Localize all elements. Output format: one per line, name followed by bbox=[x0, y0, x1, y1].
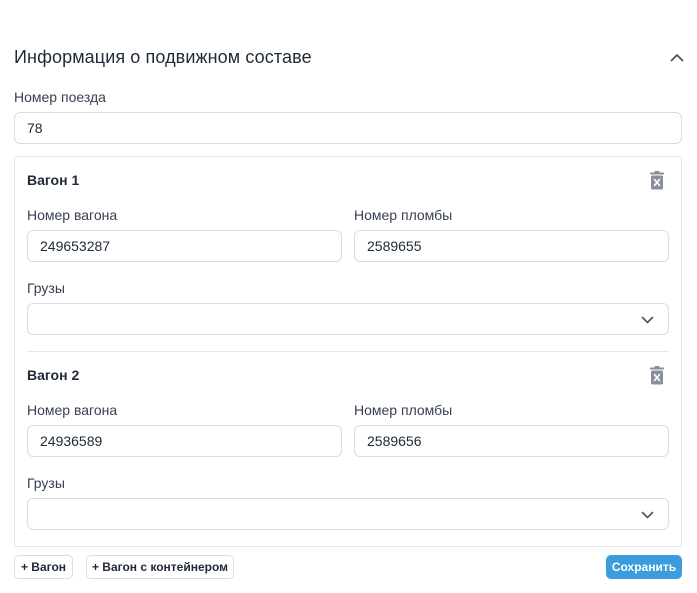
wagon-divider bbox=[27, 351, 669, 352]
wagon-2-title: Вагон 2 bbox=[27, 367, 80, 383]
wagon-1-number-input[interactable]: 249653287 bbox=[27, 230, 342, 262]
wagon-2-cargo-label: Грузы bbox=[27, 475, 65, 491]
rolling-stock-form: Информация о подвижном составе Номер пое… bbox=[0, 0, 697, 593]
wagon-2-number-label: Номер вагона bbox=[27, 402, 118, 418]
train-number-label: Номер поезда bbox=[14, 89, 106, 105]
wagon-1-seal-input[interactable]: 2589655 bbox=[354, 230, 669, 262]
wagon-2-seal-label: Номер пломбы bbox=[354, 402, 453, 418]
wagon-2-seal-input[interactable]: 2589656 bbox=[354, 425, 669, 457]
chevron-up-icon[interactable] bbox=[668, 48, 686, 66]
train-number-input[interactable]: 78 bbox=[14, 112, 682, 144]
save-button[interactable]: Сохранить bbox=[606, 555, 682, 579]
chevron-down-icon bbox=[641, 506, 654, 522]
wagon-1-title: Вагон 1 bbox=[27, 172, 80, 188]
section-title: Информация о подвижном составе bbox=[14, 46, 312, 67]
wagon-2-number-input[interactable]: 24936589 bbox=[27, 425, 342, 457]
wagon-2-cargo-select[interactable] bbox=[27, 498, 669, 530]
add-wagon-button[interactable]: + Вагон bbox=[14, 555, 73, 579]
wagon-2-seal-value: 2589656 bbox=[367, 433, 422, 449]
wagon-1-cargo-label: Грузы bbox=[27, 280, 65, 296]
wagon-2-number-value: 24936589 bbox=[40, 433, 103, 449]
wagon-1-number-label: Номер вагона bbox=[27, 207, 118, 223]
trash-icon[interactable] bbox=[649, 366, 665, 386]
add-wagon-container-button[interactable]: + Вагон с контейнером bbox=[86, 555, 234, 579]
wagons-list: Вагон 1 Номер вагона 249653287 Номер пло… bbox=[14, 156, 682, 547]
wagon-1-number-value: 249653287 bbox=[40, 238, 111, 254]
section-header: Информация о подвижном составе bbox=[14, 44, 686, 70]
trash-icon[interactable] bbox=[649, 171, 665, 191]
wagon-1-cargo-select[interactable] bbox=[27, 303, 669, 335]
wagon-1-seal-label: Номер пломбы bbox=[354, 207, 453, 223]
train-number-value: 78 bbox=[27, 120, 43, 136]
wagon-1-seal-value: 2589655 bbox=[367, 238, 422, 254]
chevron-down-icon bbox=[641, 311, 654, 327]
